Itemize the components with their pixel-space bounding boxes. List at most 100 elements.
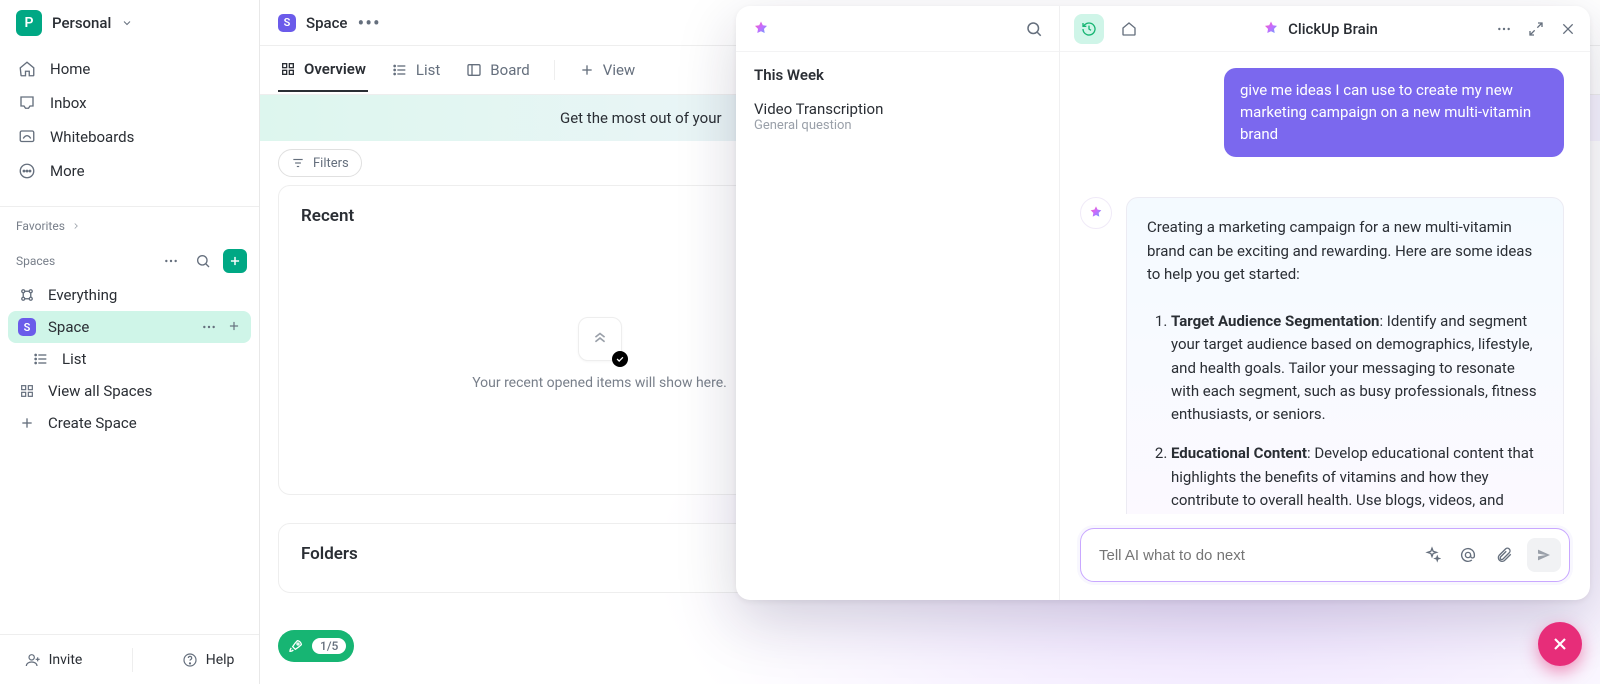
tree-space-add[interactable]: [227, 319, 241, 335]
workspace-name: Personal: [52, 14, 111, 32]
nav-whiteboards[interactable]: Whiteboards: [8, 120, 251, 154]
whiteboard-icon: [18, 128, 36, 146]
brain-header-actions: [1496, 21, 1576, 37]
ai-avatar: [1080, 197, 1112, 229]
history-item-title: Video Transcription: [754, 100, 1041, 118]
tab-overview[interactable]: Overview: [278, 48, 368, 92]
breadcrumb-title[interactable]: Space: [306, 14, 347, 32]
nav-label: Home: [50, 60, 90, 78]
brain-logo-icon: [1088, 205, 1104, 221]
space-tree: Everything S Space List View all Spaces: [0, 279, 259, 439]
tree-list[interactable]: List: [8, 343, 251, 375]
chat-scroll[interactable]: give me ideas I can use to create my new…: [1080, 68, 1570, 514]
tree-everything[interactable]: Everything: [8, 279, 251, 311]
list-icon: [32, 350, 50, 368]
tree-label: Space: [48, 318, 89, 336]
attachment-button[interactable]: [1491, 542, 1517, 568]
favorites-header[interactable]: Favorites: [0, 207, 259, 239]
brain-chat-header: ClickUp Brain: [1060, 6, 1590, 52]
history-item[interactable]: Video Transcription General question: [754, 94, 1041, 139]
history-item-subtitle: General question: [754, 118, 1041, 133]
tab-add-view[interactable]: View: [577, 49, 637, 91]
primary-nav: Home Inbox Whiteboards More: [0, 50, 259, 200]
ellipsis-icon: [163, 253, 179, 269]
divider: [554, 60, 555, 80]
brain-title: ClickUp Brain: [1154, 20, 1486, 38]
ai-point: Educational Content: Develop educational…: [1171, 442, 1543, 514]
mention-button[interactable]: [1455, 542, 1481, 568]
tree-create-space[interactable]: Create Space: [8, 407, 251, 439]
board-icon: [466, 62, 482, 78]
grid-icon: [18, 382, 36, 400]
close-icon: [1560, 21, 1576, 37]
brain-title-text: ClickUp Brain: [1288, 20, 1378, 38]
nav-home[interactable]: Home: [8, 52, 251, 86]
tab-label: List: [416, 61, 440, 79]
everything-icon: [18, 286, 36, 304]
ai-suggest-button[interactable]: [1419, 542, 1445, 568]
tab-label: View: [603, 61, 635, 79]
workspace-avatar: P: [16, 10, 42, 36]
invite-button[interactable]: Invite: [25, 652, 83, 668]
home-icon: [1121, 21, 1137, 37]
filters-button[interactable]: Filters: [278, 149, 362, 177]
filters-label: Filters: [313, 156, 349, 171]
brain-history-button[interactable]: [1074, 14, 1104, 44]
user-message: give me ideas I can use to create my new…: [1224, 68, 1564, 157]
tree-space-more[interactable]: [201, 319, 217, 335]
spaces-add-button[interactable]: [223, 249, 247, 273]
banner-text: Get the most out of your: [560, 109, 722, 127]
chat-body: give me ideas I can use to create my new…: [1060, 52, 1590, 514]
nav-inbox[interactable]: Inbox: [8, 86, 251, 120]
sidebar: P Personal Home Inbox Whiteboards More F…: [0, 0, 260, 684]
rocket-icon: [288, 638, 304, 654]
spaces-more-button[interactable]: [159, 249, 183, 273]
tab-list[interactable]: List: [390, 49, 442, 91]
chat-text-input[interactable]: [1099, 547, 1409, 564]
filter-icon: [291, 156, 305, 170]
brain-logo-icon: [1262, 20, 1280, 38]
empty-icon: [578, 317, 622, 361]
tree-space[interactable]: S Space: [8, 311, 251, 343]
nav-label: Whiteboards: [50, 128, 134, 146]
ai-message: Creating a marketing campaign for a new …: [1080, 197, 1564, 514]
brain-expand-button[interactable]: [1528, 21, 1544, 37]
nav-more[interactable]: More: [8, 154, 251, 188]
space-badge: S: [278, 14, 296, 32]
chevron-right-icon: [71, 221, 81, 231]
ai-point-title: Educational Content: [1171, 444, 1307, 462]
ai-points-list: Target Audience Segmentation: Identify a…: [1147, 310, 1543, 514]
brain-chat-panel: ClickUp Brain give me ideas I can use to…: [1060, 6, 1590, 600]
close-icon: [1550, 634, 1570, 654]
divider: [132, 648, 133, 672]
help-button[interactable]: Help: [182, 652, 235, 668]
footer-label: Invite: [49, 652, 83, 668]
ai-intro-text: Creating a marketing campaign for a new …: [1147, 216, 1543, 286]
ellipsis-icon: [201, 319, 217, 335]
tree-view-all-spaces[interactable]: View all Spaces: [8, 375, 251, 407]
brain-history-header: [736, 6, 1059, 52]
spaces-search-button[interactable]: [191, 249, 215, 273]
onboarding-pill[interactable]: 1/5: [278, 630, 354, 662]
breadcrumb-more[interactable]: •••: [357, 11, 380, 35]
home-icon: [18, 60, 36, 78]
tab-board[interactable]: Board: [464, 49, 531, 91]
nav-label: Inbox: [50, 94, 87, 112]
tab-label: Overview: [304, 60, 366, 78]
send-button[interactable]: [1527, 538, 1561, 572]
brain-home-button[interactable]: [1114, 14, 1144, 44]
history-search-button[interactable]: [1025, 20, 1043, 38]
chat-input[interactable]: [1080, 528, 1570, 582]
spaces-label: Spaces: [16, 254, 55, 268]
list-icon: [392, 62, 408, 78]
history-section-label: This Week: [754, 66, 1041, 84]
sidebar-footer: Invite Help: [0, 634, 259, 684]
brain-menu-button[interactable]: [1496, 21, 1512, 37]
fab-close-button[interactable]: [1538, 622, 1582, 666]
chevron-down-icon: [121, 17, 133, 29]
tree-label: Everything: [48, 286, 117, 304]
plus-icon: [18, 414, 36, 432]
brain-close-button[interactable]: [1560, 21, 1576, 37]
workspace-switcher[interactable]: P Personal: [0, 0, 259, 50]
ellipsis-icon: [1496, 21, 1512, 37]
